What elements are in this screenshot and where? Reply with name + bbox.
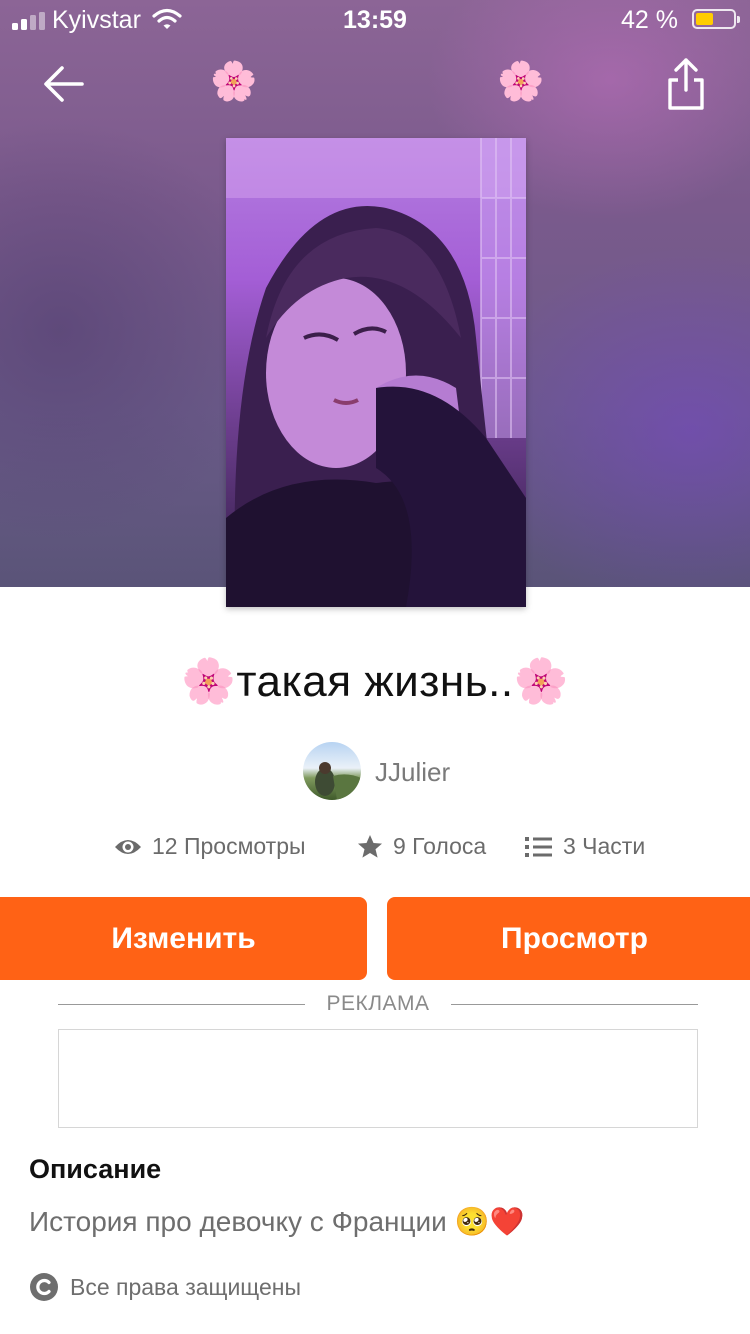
votes-stat: 9 Голоса <box>357 833 486 860</box>
flower-emoji-left: 🌸 <box>210 61 258 103</box>
description-text: История про девочку с Франции 🥺❤️ <box>29 1206 525 1237</box>
cover-photo-portrait <box>226 138 526 607</box>
status-bar: Kyivstar 13:59 42 % <box>0 0 750 40</box>
description-heading: Описание <box>29 1154 162 1184</box>
arrow-left-icon[interactable] <box>40 60 88 108</box>
views-count: 12 Просмотры <box>152 833 306 859</box>
flower-emoji-right: 🌸 <box>497 61 545 103</box>
battery-percent: 42 % <box>621 6 678 34</box>
ad-placeholder[interactable] <box>58 1029 698 1128</box>
ad-divider-right <box>451 1004 698 1005</box>
parts-count: 3 Части <box>563 833 646 859</box>
parts-stat: 3 Части <box>525 833 645 860</box>
battery-icon <box>692 9 740 29</box>
votes-count: 9 Голоса <box>393 833 487 859</box>
edit-button[interactable]: Изменить <box>0 897 367 980</box>
story-stats: 12 Просмотры 9 Голоса 3 Части <box>0 833 750 867</box>
list-icon <box>525 836 552 857</box>
copyright-icon <box>30 1273 58 1301</box>
preview-button[interactable]: Просмотр <box>387 897 750 980</box>
story-cover-image[interactable] <box>226 138 526 607</box>
story-title: 🌸такая жизнь..🌸 <box>181 657 569 706</box>
share-icon[interactable] <box>664 56 708 112</box>
author-name[interactable]: JJulier <box>375 757 450 788</box>
eye-icon <box>115 839 141 854</box>
author-avatar[interactable] <box>303 742 361 800</box>
copyright-text: Все права защищены <box>70 1274 301 1300</box>
views-stat: 12 Просмотры <box>114 833 306 860</box>
star-icon <box>358 835 382 858</box>
